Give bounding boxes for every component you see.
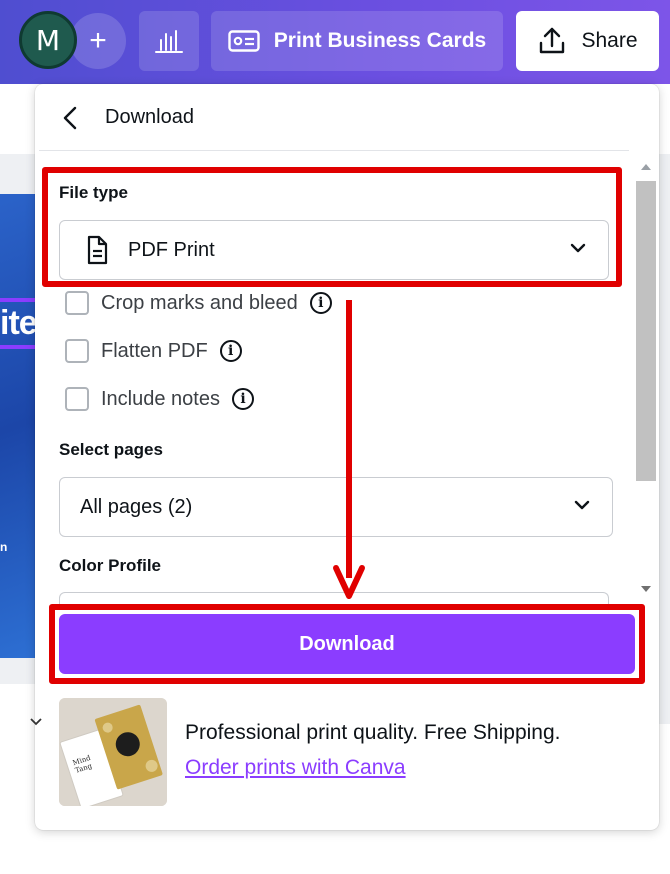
- business-card-icon: [228, 30, 260, 52]
- user-avatar[interactable]: M: [19, 11, 77, 69]
- select-pages-value: All pages (2): [80, 495, 193, 518]
- back-button[interactable]: [57, 105, 83, 131]
- bar-chart-icon: [155, 30, 183, 53]
- option-crop-marks[interactable]: Crop marks and bleed i: [65, 289, 332, 317]
- chevron-down-icon: [30, 714, 42, 732]
- include-notes-label: Include notes: [101, 387, 220, 410]
- flatten-pdf-label: Flatten PDF: [101, 339, 208, 362]
- business-card-preview-image: Mind Tang: [59, 698, 167, 806]
- info-icon[interactable]: i: [219, 340, 242, 362]
- flatten-pdf-checkbox[interactable]: [65, 339, 89, 363]
- scroll-down-arrow[interactable]: [641, 586, 651, 592]
- insights-button[interactable]: [139, 11, 199, 71]
- crop-marks-label: Crop marks and bleed: [101, 291, 298, 314]
- share-upload-icon: [540, 27, 565, 54]
- annotation-box-file-type: [42, 167, 622, 287]
- info-icon[interactable]: i: [231, 388, 254, 410]
- crop-marks-checkbox[interactable]: [65, 291, 89, 315]
- canvas-partial-small-text: n: [0, 540, 8, 554]
- select-pages-label: Select pages: [59, 440, 163, 459]
- order-prints-link[interactable]: Order prints with Canva: [185, 756, 406, 780]
- business-card-illustration: Mind Tang: [59, 698, 167, 806]
- header-divider: [39, 150, 629, 151]
- avatar-initial: M: [35, 23, 61, 57]
- canvas-accent-line: [0, 345, 36, 349]
- canvas-accent-line: [0, 298, 36, 302]
- print-business-cards-label: Print Business Cards: [273, 29, 487, 52]
- option-flatten-pdf[interactable]: Flatten PDF i: [65, 337, 242, 365]
- scrollbar-thumb[interactable]: [636, 181, 656, 481]
- share-label: Share: [581, 29, 638, 52]
- include-notes-checkbox[interactable]: [65, 387, 89, 411]
- plus-icon: +: [89, 24, 107, 57]
- chevron-left-icon: [63, 106, 77, 130]
- top-toolbar: + M Print Business Cards Share: [0, 0, 670, 84]
- select-pages-dropdown[interactable]: All pages (2): [59, 477, 613, 537]
- annotation-box-download: [49, 604, 645, 684]
- chevron-down-icon: [574, 500, 590, 510]
- scroll-up-arrow[interactable]: [641, 164, 651, 170]
- promo-text: Professional print quality. Free Shippin…: [185, 721, 561, 744]
- design-canvas-preview: [0, 194, 36, 658]
- add-collaborator-button[interactable]: +: [70, 13, 126, 69]
- print-business-cards-button[interactable]: Print Business Cards: [211, 11, 503, 71]
- color-profile-label: Color Profile: [59, 556, 162, 575]
- canvas-partial-text: ite: [0, 304, 36, 342]
- share-button[interactable]: Share: [516, 11, 659, 71]
- panel-title: Download: [105, 106, 194, 128]
- info-icon[interactable]: i: [309, 292, 332, 314]
- option-include-notes[interactable]: Include notes i: [65, 385, 254, 413]
